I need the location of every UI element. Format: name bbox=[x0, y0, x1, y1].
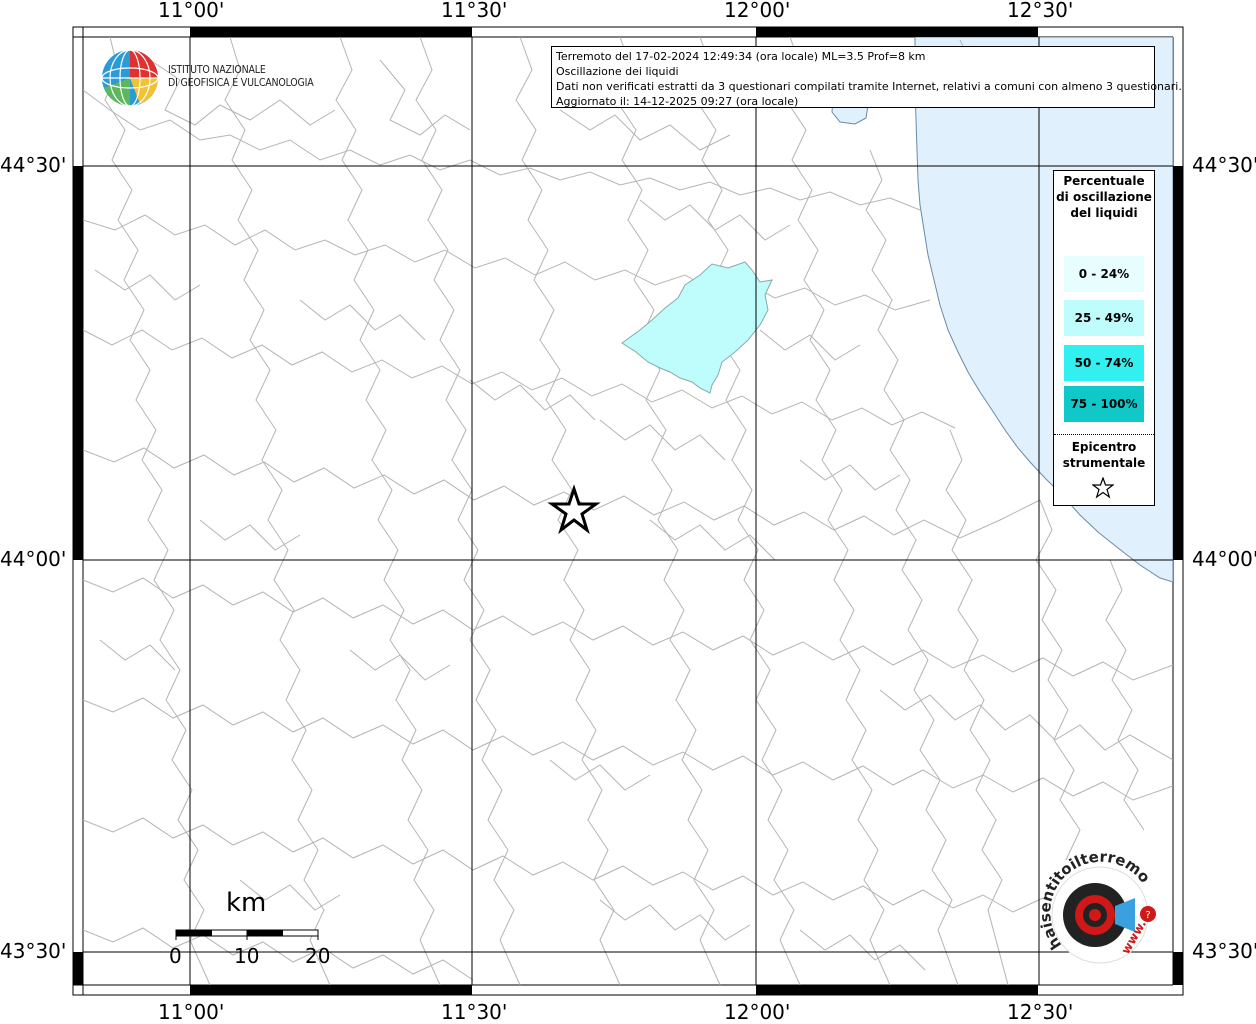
info-line-updated: Aggiornato il: 14-12-2025 09:27 (ora loc… bbox=[556, 95, 799, 108]
legend-epicenter-label: Epicentro strumentale bbox=[1062, 440, 1146, 470]
lon-label-bottom-1100: 11°00' bbox=[158, 1000, 225, 1024]
ingv-logo-text: ISTITUTO NAZIONALE DI GEOFISICA E VULCAN… bbox=[168, 64, 314, 90]
lat-label-left-4430: 44°30' bbox=[0, 153, 67, 177]
lat-label-right-4330: 43°30' bbox=[1192, 939, 1256, 963]
earthquake-info-box: Terremoto del 17-02-2024 12:49:34 (ora l… bbox=[551, 46, 1182, 108]
lon-label-top-1200: 12°00' bbox=[724, 0, 791, 22]
scale-tick-10: 10 bbox=[234, 944, 260, 968]
lat-label-right-4400: 44°00' bbox=[1192, 547, 1256, 571]
info-line-event: Terremoto del 17-02-2024 12:49:34 (ora l… bbox=[556, 50, 926, 63]
map-canvas[interactable]: ? haisentitoilterremoto.it www. bbox=[0, 0, 1256, 1024]
lat-label-left-4330: 43°30' bbox=[0, 939, 67, 963]
svg-text:?: ? bbox=[1145, 910, 1150, 921]
legend: Percentuale di oscillazione del liquidi … bbox=[1053, 170, 1155, 506]
legend-item-50-74: 50 - 74% bbox=[1064, 345, 1144, 381]
ingv-logo-icon bbox=[101, 49, 159, 107]
info-line-map-type: Oscillazione dei liquidi bbox=[556, 65, 679, 78]
legend-item-25-49: 25 - 49% bbox=[1064, 300, 1144, 336]
lon-label-top-1130: 11°30' bbox=[441, 0, 508, 22]
star-outline-icon bbox=[1092, 477, 1114, 499]
lon-label-top-1230: 12°30' bbox=[1007, 0, 1074, 22]
legend-title: Percentuale di oscillazione del liquidi bbox=[1056, 174, 1152, 220]
scale-tick-0: 0 bbox=[169, 944, 182, 968]
lon-label-top-1100: 11°00' bbox=[158, 0, 225, 22]
legend-item-75-100: 75 - 100% bbox=[1064, 386, 1144, 422]
info-line-data-note: Dati non verificati estratti da 3 questi… bbox=[556, 80, 1182, 93]
ingv-logo-line2: DI GEOFISICA E VULCANOLOGIA bbox=[168, 77, 314, 89]
legend-separator bbox=[1054, 434, 1154, 435]
legend-item-0-24: 0 - 24% bbox=[1064, 256, 1144, 292]
lon-label-bottom-1200: 12°00' bbox=[724, 1000, 791, 1024]
lon-label-bottom-1130: 11°30' bbox=[441, 1000, 508, 1024]
lat-label-right-4430: 44°30' bbox=[1192, 153, 1256, 177]
lon-label-bottom-1230: 12°30' bbox=[1007, 1000, 1074, 1024]
ingv-logo-line1: ISTITUTO NAZIONALE bbox=[168, 64, 266, 76]
scale-unit-label: km bbox=[226, 888, 267, 918]
lat-label-left-4400: 44°00' bbox=[0, 547, 67, 571]
scale-tick-20: 20 bbox=[305, 944, 331, 968]
